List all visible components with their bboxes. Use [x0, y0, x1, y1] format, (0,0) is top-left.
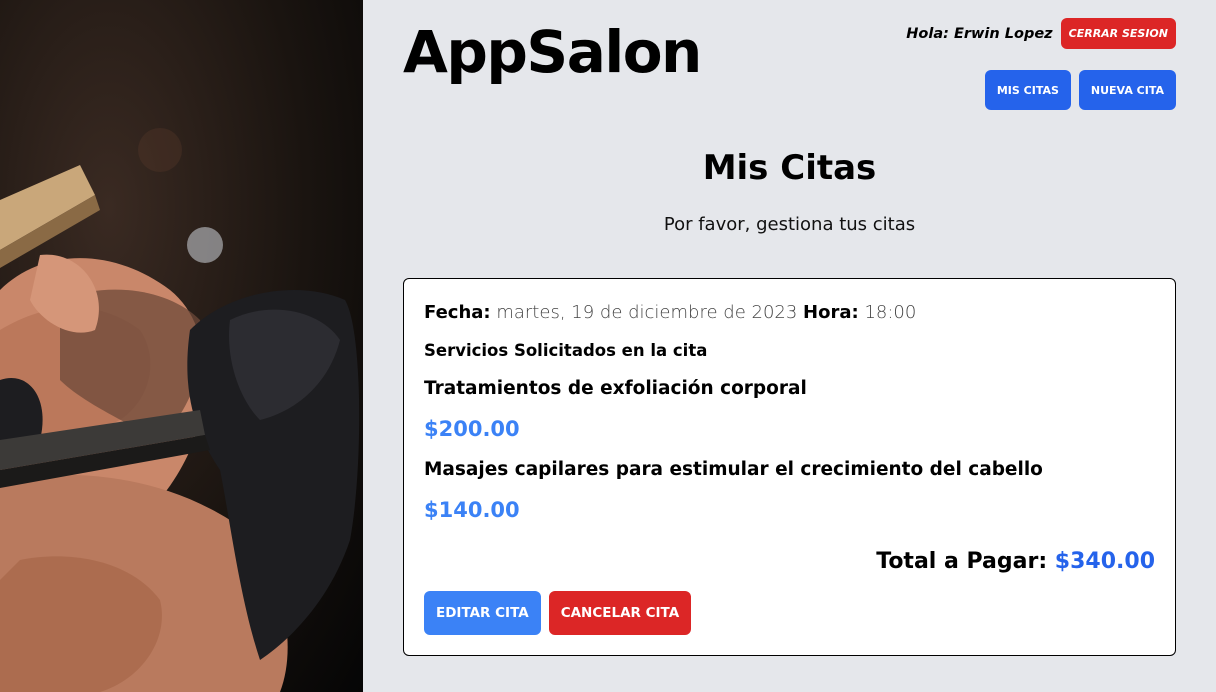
service-item: Masajes capilares para estimular el crec… [424, 459, 1155, 522]
total-to-pay: Total a Pagar: $340.00 [876, 549, 1155, 574]
cancel-appointment-button[interactable]: CANCELAR CITA [548, 591, 692, 635]
appointment-datetime: Fecha: martes, 19 de diciembre de 2023 H… [424, 301, 1155, 325]
hora-value: 18:00 [864, 302, 917, 323]
service-name: Masajes capilares para estimular el crec… [424, 459, 1043, 480]
logout-button[interactable]: CERRAR SESION [1060, 18, 1176, 49]
services-heading: Servicios Solicitados en la cita [424, 341, 708, 360]
page-subtitle: Por favor, gestiona tus citas [663, 214, 916, 235]
user-bar: Hola: Erwin Lopez CERRAR SESION [906, 18, 1176, 49]
hora-label: Hora: [803, 302, 859, 323]
nueva-cita-button[interactable]: NUEVA CITA [1078, 70, 1176, 110]
appointment-card: Fecha: martes, 19 de diciembre de 2023 H… [403, 278, 1176, 656]
mis-citas-button[interactable]: MIS CITAS [984, 70, 1071, 110]
top-nav: MIS CITAS NUEVA CITA [984, 70, 1176, 110]
service-price: $200.00 [424, 417, 520, 441]
service-price: $140.00 [424, 498, 520, 522]
user-greeting: Hola: Erwin Lopez [906, 25, 1053, 42]
service-item: Tratamientos de exfoliación corporal $20… [424, 378, 1155, 441]
appointment-actions: EDITAR CITA CANCELAR CITA [424, 591, 692, 635]
fecha-label: Fecha: [424, 302, 491, 323]
service-name: Tratamientos de exfoliación corporal [424, 378, 807, 399]
page-title: Mis Citas [702, 148, 877, 188]
total-label: Total a Pagar: [876, 549, 1048, 574]
edit-appointment-button[interactable]: EDITAR CITA [424, 591, 541, 635]
fecha-value: martes, 19 de diciembre de 2023 [496, 302, 798, 323]
hero-barber-image [0, 0, 363, 692]
total-value: $340.00 [1054, 549, 1155, 574]
main-panel: AppSalon Hola: Erwin Lopez CERRAR SESION… [363, 0, 1216, 692]
app-logo: AppSalon [403, 18, 702, 86]
